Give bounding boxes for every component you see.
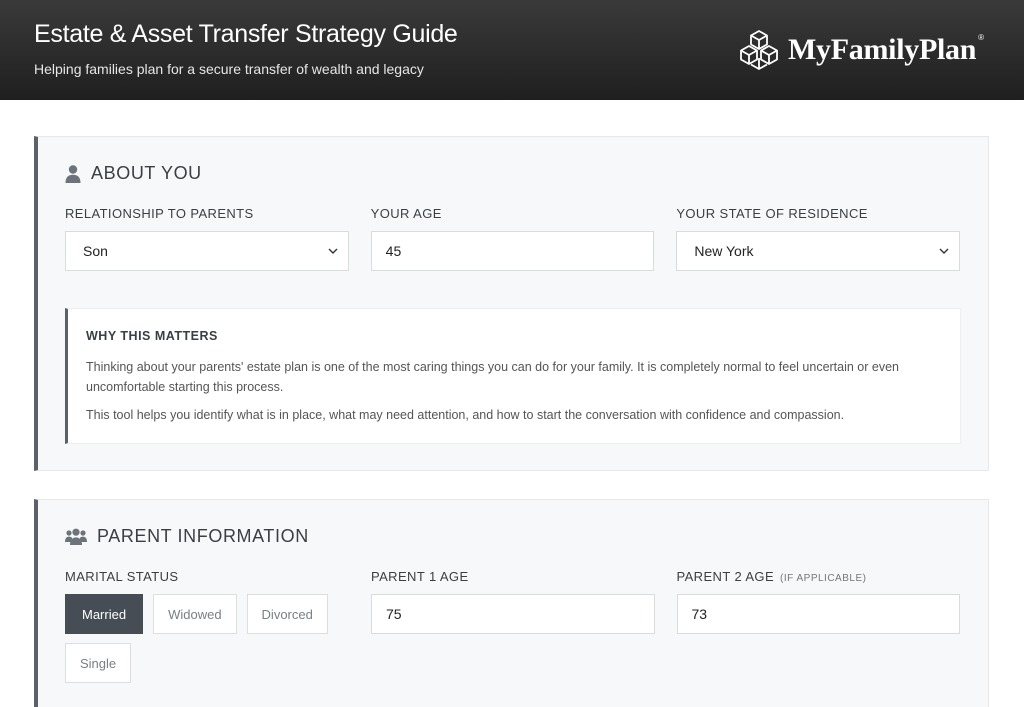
parent2-age-label: PARENT 2 AGE xyxy=(676,569,775,584)
callout-title: WHY THIS MATTERS xyxy=(86,329,218,343)
marital-status-options: Married Widowed Divorced Single xyxy=(65,594,349,683)
marital-option-married[interactable]: Married xyxy=(65,594,144,634)
marital-option-divorced[interactable]: Divorced xyxy=(246,594,328,634)
page-subtitle: Helping families plan for a secure trans… xyxy=(34,60,424,77)
age-field: YOUR AGE 45 xyxy=(370,206,655,271)
section-title: ABOUT YOU xyxy=(91,163,202,183)
state-select[interactable]: New York xyxy=(676,231,961,271)
age-label: YOUR AGE xyxy=(370,206,442,221)
page-title: Estate & Asset Transfer Strategy Guide xyxy=(34,19,458,48)
marital-status-field: MARITAL STATUS Married Widowed Divorced … xyxy=(65,569,349,683)
about-you-section: ABOUT YOU RELATIONSHIP TO PARENTS Son YO… xyxy=(34,136,989,471)
chevron-down-icon xyxy=(328,248,338,254)
parent2-age-value: 73 xyxy=(691,606,708,622)
user-icon xyxy=(65,164,81,183)
section-title: PARENT INFORMATION xyxy=(97,526,309,546)
callout-paragraph: Thinking about your parents' estate plan… xyxy=(86,360,900,394)
state-label: YOUR STATE OF RESIDENCE xyxy=(676,206,868,221)
parent1-age-label: PARENT 1 AGE xyxy=(371,569,469,584)
why-this-matters-callout: WHY THIS MATTERS Thinking about your par… xyxy=(65,308,961,444)
registered-mark: ® xyxy=(978,33,984,42)
about-fields-row: RELATIONSHIP TO PARENTS Son YOUR AGE 45 … xyxy=(65,206,961,271)
parent2-age-field: PARENT 2 AGE (IF APPLICABLE) 73 xyxy=(676,569,961,683)
cube-logo-icon xyxy=(740,30,778,70)
relationship-select[interactable]: Son xyxy=(65,231,349,271)
relationship-label: RELATIONSHIP TO PARENTS xyxy=(65,206,254,221)
parent1-age-field: PARENT 1 AGE 75 xyxy=(371,569,655,683)
parent-fields-row: MARITAL STATUS Married Widowed Divorced … xyxy=(65,569,960,683)
parent2-age-input[interactable]: 73 xyxy=(676,594,960,634)
brand-logo[interactable]: MyFamilyPlan ® xyxy=(738,29,984,71)
age-value: 45 xyxy=(385,243,402,259)
main-content: ABOUT YOU RELATIONSHIP TO PARENTS Son YO… xyxy=(0,100,1024,707)
relationship-value: Son xyxy=(83,243,108,259)
state-value: New York xyxy=(694,243,754,259)
section-heading: ABOUT YOU xyxy=(65,163,960,184)
marital-status-label: MARITAL STATUS xyxy=(65,569,179,584)
chevron-down-icon xyxy=(939,248,949,254)
if-applicable-note: (IF APPLICABLE) xyxy=(780,573,867,584)
users-icon xyxy=(65,528,87,545)
parent1-age-value: 75 xyxy=(386,606,402,622)
state-field: YOUR STATE OF RESIDENCE New York xyxy=(676,206,961,271)
parent1-age-input[interactable]: 75 xyxy=(371,594,655,634)
relationship-field: RELATIONSHIP TO PARENTS Son xyxy=(65,206,349,271)
parent-information-section: PARENT INFORMATION MARITAL STATUS Marrie… xyxy=(34,499,989,707)
section-heading: PARENT INFORMATION xyxy=(65,526,960,547)
app-header: Estate & Asset Transfer Strategy Guide H… xyxy=(0,0,1024,100)
brand-name: MyFamilyPlan xyxy=(788,33,977,66)
parent2-age-label-row: PARENT 2 AGE (IF APPLICABLE) xyxy=(677,569,961,584)
callout-paragraph: This tool helps you identify what is in … xyxy=(86,408,845,422)
marital-option-widowed[interactable]: Widowed xyxy=(153,594,237,634)
age-input[interactable]: 45 xyxy=(370,231,655,271)
header-text: Estate & Asset Transfer Strategy Guide H… xyxy=(34,20,458,77)
marital-option-single[interactable]: Single xyxy=(65,643,132,683)
